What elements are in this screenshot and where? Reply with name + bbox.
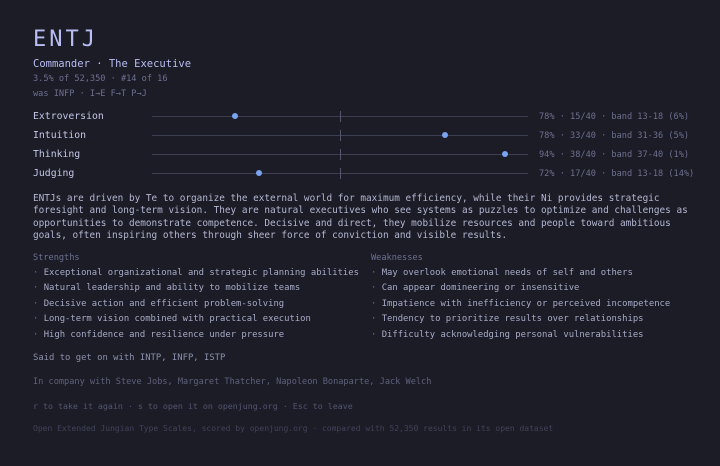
scale-track (152, 149, 528, 160)
strengths-list: · Exceptional organizational and strateg… (33, 267, 363, 344)
scale-label: Thinking (33, 149, 81, 160)
bullet-icon: · (371, 283, 377, 294)
strengths-item: · High confidence and resilience under p… (33, 329, 363, 344)
scale-label: Extroversion (33, 111, 104, 122)
bullet-icon: · (33, 268, 39, 278)
strengths-item-text: High confidence and resilience under pre… (43, 329, 285, 340)
scale-label: Judging (33, 168, 75, 179)
weaknesses-item: · Can appear domineering or insensitive (371, 282, 701, 297)
weaknesses-heading: Weaknesses (371, 253, 423, 263)
scale-track (152, 130, 528, 141)
bullet-icon: · (33, 329, 39, 340)
strengths-item-text: Exceptional organizational and strategic… (43, 268, 359, 278)
scale-midpoint-tick (340, 130, 341, 141)
strengths-item-text: Decisive action and efficient problem-so… (43, 298, 285, 309)
weaknesses-item: · Difficulty acknowledging personal vuln… (371, 329, 701, 344)
scale-midpoint-tick (340, 111, 341, 122)
strengths-item-text: Natural leadership and ability to mobili… (43, 283, 301, 294)
previous-type: was INFP · I→E F→T P→J (33, 89, 147, 99)
bullet-icon: · (371, 298, 377, 309)
scale-midpoint-tick (340, 149, 341, 160)
bullet-icon: · (33, 314, 39, 325)
strengths-item: · Natural leadership and ability to mobi… (33, 282, 363, 297)
weaknesses-item: · Impatience with inefficiency or percei… (371, 298, 701, 313)
type-description: ENTJs are driven by Te to organize the e… (33, 193, 688, 241)
scale-marker-dot (442, 132, 449, 138)
scale-marker-dot (256, 170, 263, 176)
weaknesses-item: · Tendency to prioritize results over re… (371, 313, 701, 328)
strengths-heading: Strengths (33, 253, 80, 263)
strengths-item-text: Long-term vision combined with practical… (43, 314, 311, 325)
weaknesses-item-text: Tendency to prioritize results over rela… (381, 314, 644, 325)
strengths-section: Strengths · Exceptional organizational a… (33, 252, 363, 344)
bullet-icon: · (371, 314, 377, 325)
type-subtitle: Commander · The Executive (33, 58, 192, 70)
strengths-item: · Long-term vision combined with practic… (33, 313, 363, 328)
scale-stats: 78% · 15/40 · band 13-18 (6%) (539, 112, 690, 122)
type-title: ENTJ (33, 27, 98, 52)
scale-stats: 78% · 33/40 · band 31-36 (5%) (539, 131, 690, 141)
weaknesses-item-text: Impatience with inefficiency or perceive… (381, 298, 671, 309)
weaknesses-list: · May overlook emotional needs of self a… (371, 267, 701, 344)
compatible-types: Said to get on with INTP, INFP, ISTP (33, 353, 226, 363)
weaknesses-item-text: Difficulty acknowledging personal vulner… (381, 329, 644, 340)
bullet-icon: · (33, 298, 39, 309)
strengths-item: · Exceptional organizational and strateg… (33, 267, 363, 282)
scale-row-intuition: Intuition 78% · 33/40 · band 31-36 (5%) (33, 129, 693, 143)
bullet-icon: · (33, 283, 39, 294)
scale-stats: 72% · 17/40 · band 13-18 (14%) (539, 169, 695, 179)
scale-track (152, 111, 528, 122)
famous-people: In company with Steve Jobs, Margaret Tha… (33, 377, 432, 387)
weaknesses-item-text: May overlook emotional needs of self and… (381, 268, 633, 278)
scale-marker-dot (502, 151, 509, 157)
scale-track (152, 168, 528, 179)
scale-row-judging: Judging 72% · 17/40 · band 13-18 (14%) (33, 167, 695, 181)
scale-row-extroversion: Extroversion 78% · 15/40 · band 13-18 (6%… (33, 110, 693, 124)
weaknesses-section: Weaknesses · May overlook emotional need… (371, 252, 701, 344)
scale-stats: 94% · 38/40 · band 37-40 (1%) (539, 150, 690, 160)
bullet-icon: · (371, 268, 377, 278)
keyboard-hints: r to take it again · s to open it on ope… (33, 401, 353, 411)
scale-midpoint-tick (340, 168, 341, 179)
scale-marker-dot (231, 113, 238, 119)
bullet-icon: · (371, 329, 377, 340)
weaknesses-item: · May overlook emotional needs of self a… (371, 267, 701, 282)
strengths-item: · Decisive action and efficient problem-… (33, 298, 363, 313)
footer-credit: Open Extended Jungian Type Scales, score… (33, 424, 554, 433)
type-rarity: 3.5% of 52,350 · #14 of 16 (33, 74, 168, 84)
scale-label: Intuition (33, 130, 87, 141)
scale-row-thinking: Thinking 94% · 38/40 · band 37-40 (1%) (33, 148, 693, 162)
weaknesses-item-text: Can appear domineering or insensitive (381, 283, 580, 294)
